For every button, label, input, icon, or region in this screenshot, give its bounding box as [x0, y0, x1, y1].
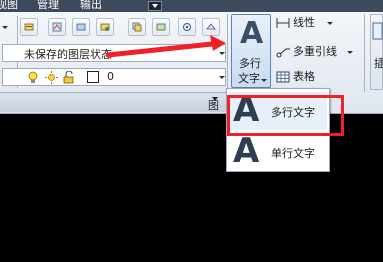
- red-arrow-annotation: [105, 35, 226, 58]
